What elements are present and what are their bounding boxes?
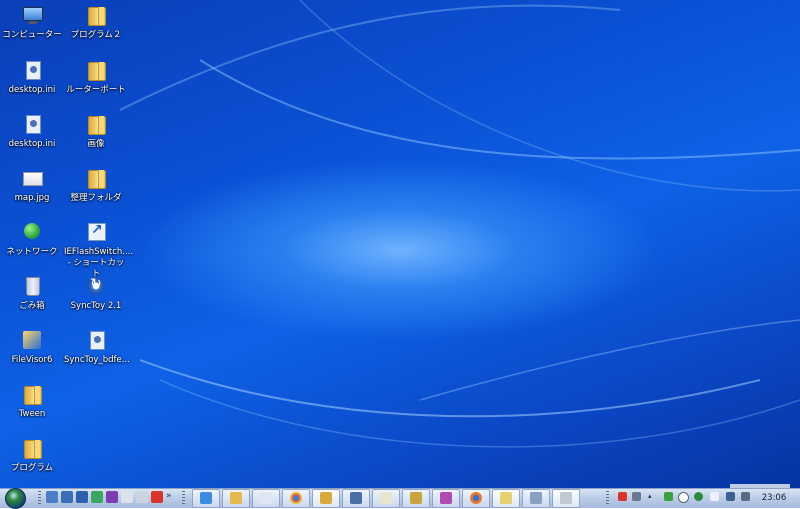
text-file-icon — [90, 331, 105, 350]
desktop-icon-label: desktop.ini — [8, 85, 56, 95]
start-button[interactable] — [3, 488, 26, 509]
network-tray-icon[interactable] — [726, 492, 735, 501]
folder-icon — [230, 492, 242, 504]
desktop-icon-desktop-ini-1[interactable]: desktop.ini — [0, 59, 64, 96]
show-desktop-icon[interactable] — [46, 491, 58, 503]
desktop-icon-synctoy[interactable]: SyncToy 2.1 — [64, 275, 128, 312]
document-quicklaunch-icon[interactable] — [121, 491, 133, 503]
chrome-icon — [290, 492, 302, 504]
windows-start-orb-icon — [5, 488, 26, 509]
taskbar-button-active-app[interactable] — [312, 489, 340, 508]
desktop-icon-ieflashswitch-shortcut[interactable]: IEFlashSwitch.... - ショートカット — [64, 221, 133, 280]
volume-icon[interactable] — [741, 492, 750, 501]
desktop-icon-program[interactable]: プログラム — [0, 437, 64, 474]
explorer-quicklaunch-icon[interactable] — [61, 491, 73, 503]
app-icon — [440, 492, 452, 504]
desktop-icon-label: FileVisor6 — [11, 355, 53, 365]
recycle-bin-icon — [26, 277, 40, 296]
screenshot-icon — [560, 492, 572, 504]
desktop-icon-label: ルーターポート — [66, 85, 126, 95]
desktop-icon-label: ネットワーク — [6, 247, 58, 257]
taskbar-button-app-5[interactable] — [492, 489, 520, 508]
desktop-icon-synctoy-file[interactable]: SyncToy_bdfe... — [64, 329, 130, 366]
taskbar-button-explorer[interactable] — [222, 489, 250, 508]
shortcut-icon — [88, 222, 106, 241]
taskbar-button-document[interactable] — [252, 489, 280, 508]
visual-studio-quicklaunch-icon[interactable] — [106, 491, 118, 503]
desktop-icon-router-port[interactable]: ルーターポート — [64, 59, 128, 96]
folder-icon — [88, 116, 106, 135]
taskbar-button-app-4[interactable] — [432, 489, 460, 508]
tray-app-icon[interactable] — [618, 492, 627, 501]
settings-file-icon — [26, 115, 41, 134]
toolbar-grip[interactable] — [182, 491, 185, 504]
tray-status-icon[interactable] — [664, 492, 673, 501]
taskbar-button-firefox[interactable] — [462, 489, 490, 508]
app-icon — [500, 492, 512, 504]
tray-info-icon[interactable] — [678, 492, 689, 503]
desktop-icon-desktop-ini-2[interactable]: desktop.ini — [0, 113, 64, 150]
show-hidden-icons-icon[interactable]: ▴ — [648, 492, 654, 501]
tray-update-icon[interactable] — [694, 492, 703, 501]
toolbar-grip[interactable] — [606, 491, 609, 504]
taskbar-button-ie[interactable] — [192, 489, 220, 508]
desktop-icon-label: SyncToy 2.1 — [70, 301, 122, 311]
battery-icon — [410, 492, 422, 504]
tool-quicklaunch-icon[interactable] — [151, 491, 163, 503]
document-icon — [260, 492, 272, 504]
taskbar-button-chrome[interactable] — [282, 489, 310, 508]
computer-icon — [23, 7, 43, 24]
desktop-icon-images[interactable]: 画像 — [64, 113, 128, 150]
desktop-icon-label: Tween — [18, 409, 46, 419]
desktop-icon-label: map.jpg — [14, 193, 50, 203]
folder-icon — [24, 386, 42, 405]
ie-icon — [200, 492, 212, 504]
folder-icon — [88, 7, 106, 26]
image-file-icon — [23, 172, 43, 186]
desktop-icon-label: プログラム — [10, 463, 54, 473]
desktop-icon-program2[interactable]: プログラム２ — [64, 4, 128, 41]
desktop-icon-network[interactable]: ネットワーク — [0, 221, 64, 258]
toolbar-grip[interactable] — [38, 491, 41, 504]
taskbar-button-app-6[interactable] — [522, 489, 550, 508]
settings-file-icon — [26, 61, 41, 80]
tray-tool-icon[interactable] — [632, 492, 641, 501]
action-center-flag-icon[interactable] — [710, 492, 719, 501]
desktop-icon-label: 画像 — [87, 139, 105, 149]
app-icon — [350, 492, 362, 504]
desktop-icon-filevisor6[interactable]: FileVisor6 — [0, 329, 64, 366]
folder-icon — [88, 170, 106, 189]
search-quicklaunch-icon[interactable] — [136, 491, 148, 503]
taskbar-button-app-7[interactable] — [552, 489, 580, 508]
notepad-icon — [380, 492, 392, 504]
desktop-icon-label: SyncToy_bdfe... — [64, 355, 130, 365]
app-icon — [320, 492, 332, 504]
firefox-icon — [470, 492, 482, 504]
taskbar-clock[interactable]: 23:06 — [756, 493, 792, 503]
overflow-chevron-icon[interactable]: » — [166, 491, 174, 503]
network-icon — [24, 223, 40, 239]
desktop-icon-map-jpg[interactable]: map.jpg — [0, 167, 64, 204]
desktop-icon-organize-folder[interactable]: 整理フォルダ — [64, 167, 128, 204]
desktop-icon-label: コンピューター — [2, 30, 62, 40]
folder-icon — [24, 440, 42, 459]
filevisor-app-icon — [23, 331, 41, 349]
desktop-icon-label: desktop.ini — [8, 139, 56, 149]
taskbar-button-app-1[interactable] — [342, 489, 370, 508]
desktop-icon-label: ごみ箱 — [19, 301, 45, 311]
taskbar-button-app-3[interactable] — [402, 489, 430, 508]
synctoy-icon — [87, 276, 105, 295]
tool-icon — [530, 492, 542, 504]
desktop-icon-recycle-bin[interactable]: ごみ箱 — [0, 275, 64, 312]
browser-quicklaunch-icon[interactable] — [91, 491, 103, 503]
desktop-icon-label: プログラム２ — [70, 30, 122, 40]
desktop-icon-tween[interactable]: Tween — [0, 383, 64, 420]
desktop-icon-computer[interactable]: コンピューター — [0, 4, 64, 41]
taskbar-button-app-2[interactable] — [372, 489, 400, 508]
folder-icon — [88, 62, 106, 81]
link-quicklaunch-icon[interactable] — [76, 491, 88, 503]
desktop-icon-label: 整理フォルダ — [70, 193, 122, 203]
